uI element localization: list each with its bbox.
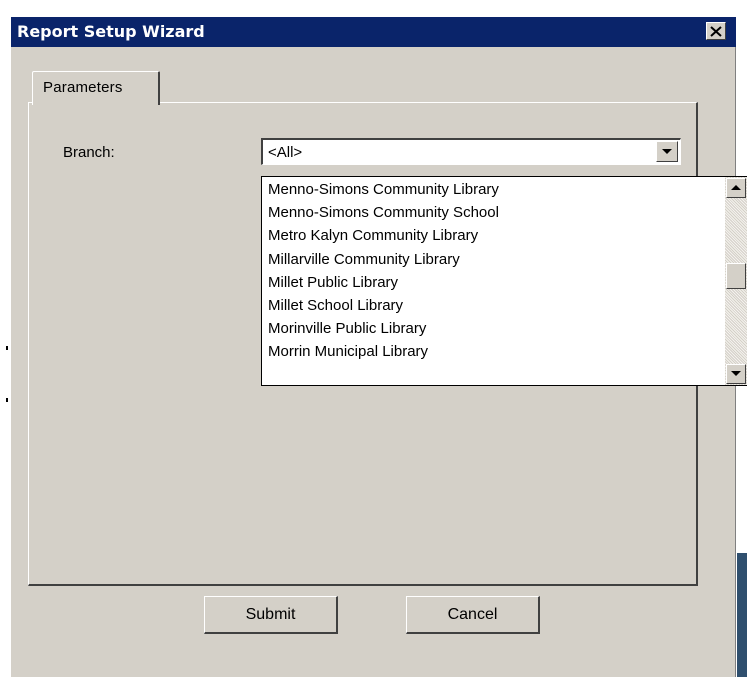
list-item[interactable]: Millarville Community Library <box>268 248 499 271</box>
arrow-down-icon <box>731 371 741 376</box>
list-item[interactable]: Morinville Public Library <box>268 317 499 340</box>
background-mark <box>6 346 8 350</box>
background-desktop <box>737 553 747 677</box>
window-title: Report Setup Wizard <box>17 22 205 41</box>
cancel-button[interactable]: Cancel <box>406 596 540 634</box>
report-setup-dialog: Report Setup Wizard Parameters Branch: <… <box>10 16 747 677</box>
branch-dropdown-list[interactable]: Menno-Simons Community Library Menno-Sim… <box>261 176 747 386</box>
list-item[interactable]: Menno-Simons Community School <box>268 201 499 224</box>
arrow-up-icon <box>731 185 741 190</box>
close-icon <box>710 25 722 37</box>
scroll-down-button[interactable] <box>726 364 746 384</box>
list-item[interactable]: Millet School Library <box>268 294 499 317</box>
scroll-up-button[interactable] <box>726 178 746 198</box>
tab-parameters-label: Parameters <box>43 79 123 96</box>
screen: Report Setup Wizard Parameters Branch: <… <box>0 0 747 677</box>
submit-button[interactable]: Submit <box>204 596 338 634</box>
title-bar[interactable]: Report Setup Wizard <box>11 17 736 47</box>
list-item[interactable]: Metro Kalyn Community Library <box>268 224 499 247</box>
scrollbar-thumb[interactable] <box>726 263 746 289</box>
tab-parameters[interactable]: Parameters <box>32 71 160 105</box>
dropdown-scrollbar[interactable] <box>725 177 747 385</box>
list-item[interactable]: Menno-Simons Community Library <box>268 178 499 201</box>
list-item[interactable]: Morrin Municipal Library <box>268 340 499 363</box>
close-button[interactable] <box>706 22 726 40</box>
branch-options: Menno-Simons Community Library Menno-Sim… <box>268 178 499 364</box>
background-mark <box>6 398 8 402</box>
list-item[interactable]: Millet Public Library <box>268 271 499 294</box>
